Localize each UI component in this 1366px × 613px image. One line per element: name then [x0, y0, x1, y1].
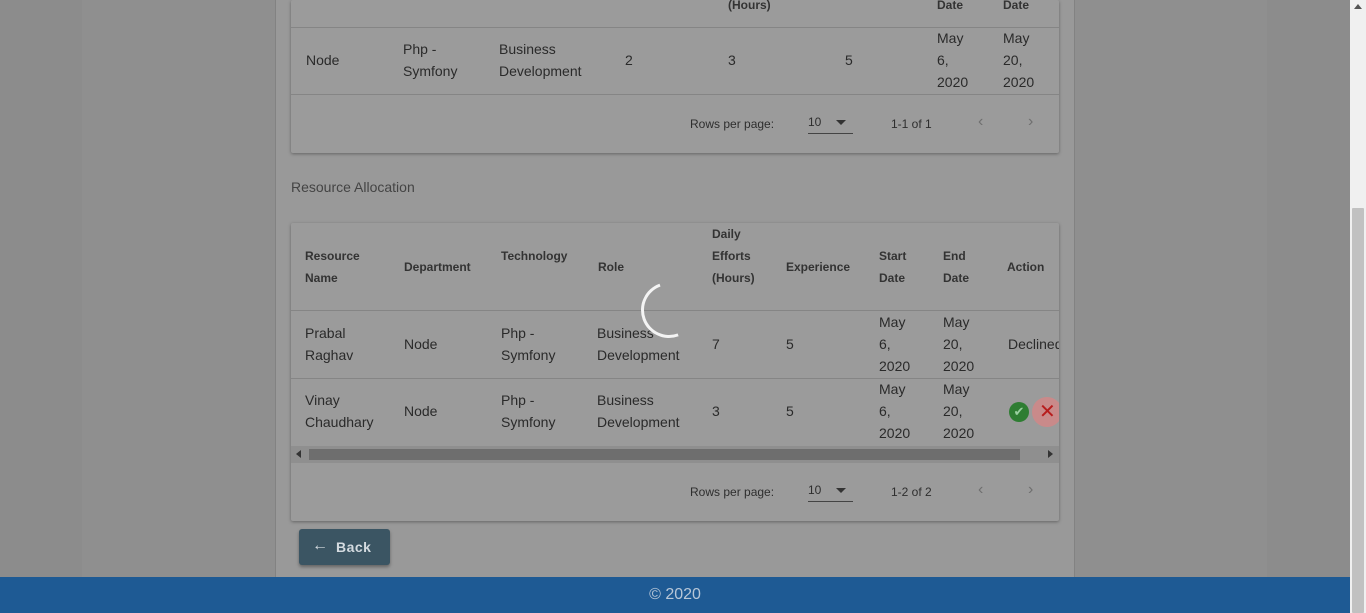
chevron-down-icon [836, 488, 846, 493]
divider [291, 94, 1059, 95]
page-margin-right [1267, 0, 1350, 577]
cell-end-date: May 20, 2020 [1003, 30, 1035, 90]
cell-technology: Php - Symfony [501, 392, 556, 430]
scroll-thumb[interactable] [309, 449, 1020, 460]
col-header-end-date-partial: Date [1003, 0, 1030, 12]
rows-per-page-label: Rows per page: [690, 485, 775, 499]
cell-daily-efforts: 3 [712, 403, 720, 419]
chevron-down-icon [836, 120, 846, 125]
cell-experience: 5 [845, 52, 853, 68]
cell-technology: Php - Symfony [501, 325, 556, 363]
cell-value: 2 [625, 52, 633, 68]
col-header-daily-efforts[interactable]: Daily Efforts (Hours) [712, 223, 762, 289]
col-header-technology[interactable]: Technology [501, 245, 567, 267]
cell-start-date: May 6, 2020 [879, 381, 911, 441]
section-title: Resource Allocation [291, 179, 415, 195]
scroll-thumb[interactable] [1352, 208, 1364, 613]
cell-experience: 5 [786, 336, 794, 352]
col-header-efforts-partial: (Hours) [728, 0, 771, 12]
page-gutter-right [1075, 0, 1267, 577]
rows-per-page-value: 10 [808, 483, 822, 497]
cell-department: Node [306, 52, 340, 68]
scroll-right-icon[interactable] [1048, 450, 1053, 458]
col-header-start-date[interactable]: Start Date [879, 245, 919, 289]
col-header-department[interactable]: Department [404, 256, 471, 278]
cell-resource-name: Prabal Raghav [305, 325, 354, 363]
col-header-resource-name[interactable]: Resource Name [305, 245, 375, 289]
copyright-text: © 2020 [649, 586, 701, 603]
cell-end-date: May 20, 2020 [943, 314, 975, 374]
status-declined: Declined [1008, 336, 1059, 352]
close-icon: ✕ [1039, 401, 1056, 423]
cell-technology: Php - Symfony [403, 41, 458, 79]
resource-allocation-card: Resource Name Department Technology Role… [291, 223, 1059, 521]
cell-start-date: May 6, 2020 [879, 314, 911, 374]
cell-department: Node [404, 403, 438, 419]
col-header-end-date[interactable]: End Date [943, 245, 983, 289]
cell-end-date: May 20, 2020 [943, 381, 975, 441]
page-gutter-left [82, 0, 275, 577]
prev-page-button[interactable]: ‹ [978, 481, 983, 499]
next-page-button[interactable]: › [1028, 113, 1033, 131]
back-button[interactable]: ← Back [299, 529, 390, 565]
cell-experience: 5 [786, 403, 794, 419]
scroll-left-icon[interactable] [296, 450, 301, 458]
cell-daily-efforts: 7 [712, 336, 720, 352]
rows-per-page-value: 10 [808, 115, 822, 129]
rows-per-page-select[interactable]: 10 [808, 115, 853, 134]
col-header-start-date-partial: Date [937, 0, 964, 12]
rows-per-page-select[interactable]: 10 [808, 483, 853, 502]
footer: © 2020 [0, 577, 1350, 613]
page-vertical-scrollbar[interactable] [1350, 0, 1366, 613]
next-page-button[interactable]: › [1028, 481, 1033, 499]
back-button-label: Back [336, 539, 372, 555]
scroll-up-icon[interactable] [1354, 4, 1362, 9]
col-header-action: Action [1007, 260, 1045, 274]
rows-per-page-label: Rows per page: [690, 117, 775, 131]
cell-department: Node [404, 336, 438, 352]
reject-button[interactable]: ✕ [1032, 397, 1059, 427]
arrow-left-icon: ← [312, 537, 329, 554]
project-table-card: (Hours) Date Date Node Php - Symfony Bus… [291, 0, 1059, 153]
page-range: 1-2 of 2 [891, 485, 932, 499]
cell-role: Business Development [499, 41, 582, 79]
check-circle-icon[interactable]: ✔ [1009, 402, 1029, 422]
col-header-experience[interactable]: Experience [786, 256, 850, 278]
cell-start-date: May 6, 2020 [937, 30, 969, 90]
cell-resource-name: Vinay Chaudhary [305, 392, 374, 430]
cell-role: Business Development [597, 392, 680, 430]
cell-daily-efforts: 3 [728, 52, 736, 68]
col-header-role[interactable]: Role [598, 256, 624, 278]
prev-page-button[interactable]: ‹ [978, 113, 983, 131]
page-margin-left [0, 0, 82, 577]
table-horizontal-scrollbar[interactable] [291, 446, 1059, 463]
page-range: 1-1 of 1 [891, 117, 932, 131]
